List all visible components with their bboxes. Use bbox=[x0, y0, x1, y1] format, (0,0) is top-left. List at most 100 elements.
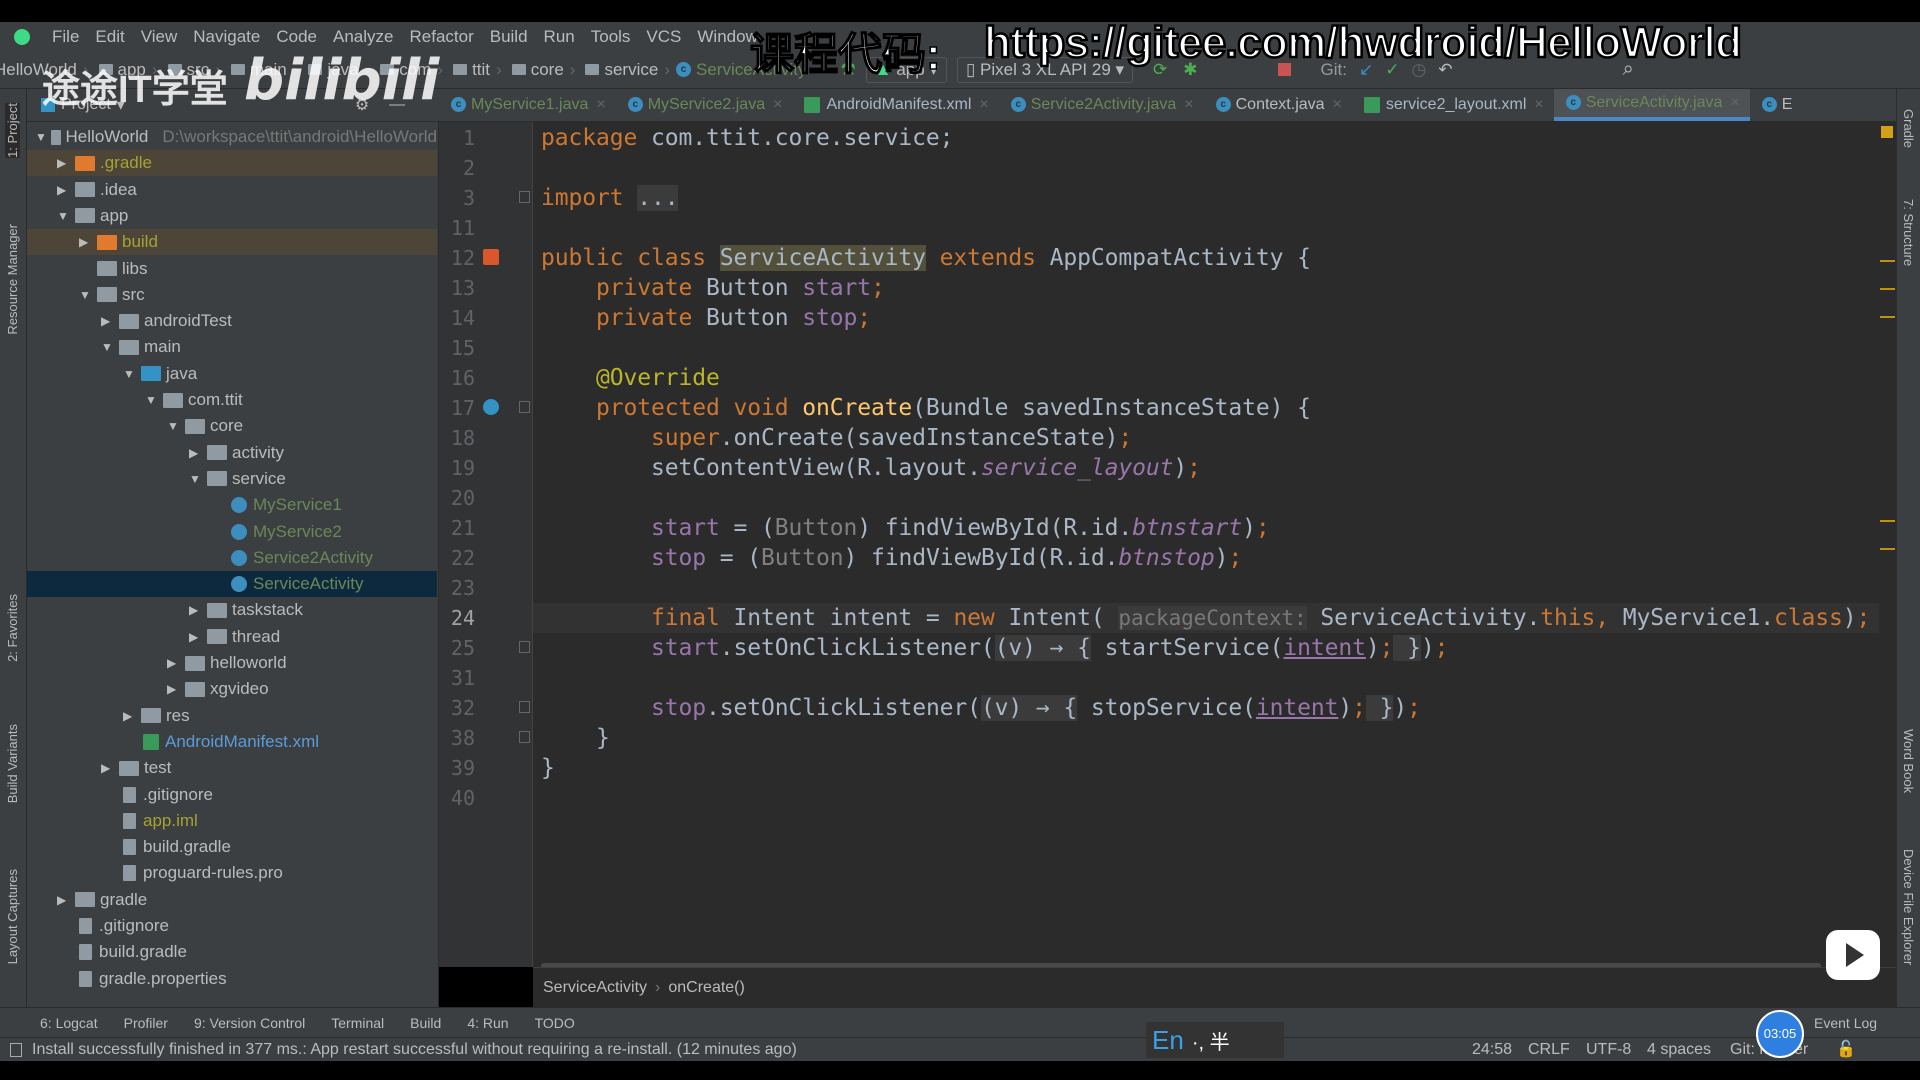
code-line[interactable]: stop.setOnClickListener((v) → { stopServ… bbox=[541, 693, 1421, 723]
tool-build-variants[interactable]: Build Variants bbox=[5, 724, 20, 803]
breadcrumb-item[interactable]: service › bbox=[581, 60, 676, 80]
tree-item[interactable]: ▼ app bbox=[27, 203, 437, 229]
menu-vcs[interactable]: VCS bbox=[646, 27, 681, 47]
menu-edit[interactable]: Edit bbox=[95, 27, 124, 47]
menu-analyze[interactable]: Analyze bbox=[333, 27, 393, 47]
tab-e[interactable]: cE bbox=[1750, 89, 1803, 121]
code-line[interactable]: final Intent intent = new Intent( packag… bbox=[541, 603, 1870, 633]
tree-item[interactable]: Service2Activity bbox=[27, 545, 437, 571]
chevron-right-icon[interactable]: ▶ bbox=[189, 603, 203, 617]
chevron-down-icon[interactable]: ▼ bbox=[145, 393, 159, 407]
tree-item[interactable]: ▶ test bbox=[27, 755, 437, 781]
code-line[interactable]: private Button stop; bbox=[541, 303, 871, 333]
breadcrumb-class[interactable]: ServiceActivity bbox=[543, 979, 647, 997]
tree-item[interactable]: ▼ HelloWorld D:\workspace\ttit\android\Hel… bbox=[27, 124, 437, 150]
tree-item[interactable]: ▼ service bbox=[27, 466, 437, 492]
tree-item[interactable]: ▼ main bbox=[27, 334, 437, 360]
code-line[interactable]: stop = (Button) findViewById(R.id.btnsto… bbox=[541, 543, 1242, 573]
tree-item[interactable]: ▼ java bbox=[27, 361, 437, 387]
tab-serviceactivity-java[interactable]: c ServiceActivity.java × bbox=[1553, 89, 1750, 121]
chevron-right-icon[interactable]: ▶ bbox=[189, 446, 203, 460]
tree-item[interactable]: ▶ gradle bbox=[27, 887, 437, 913]
menu-run[interactable]: Run bbox=[544, 27, 575, 47]
code-line[interactable]: start.setOnClickListener((v) → { startSe… bbox=[541, 633, 1448, 663]
code-line[interactable]: protected void onCreate(Bundle savedInst… bbox=[541, 393, 1311, 423]
tree-item[interactable]: ServiceActivity bbox=[27, 571, 437, 598]
tool-todo[interactable]: TODO bbox=[535, 1015, 575, 1031]
tree-item[interactable]: proguard-rules.pro bbox=[27, 860, 437, 886]
tree-item[interactable]: .gitignore bbox=[27, 913, 437, 939]
code-line[interactable]: start = (Button) findViewById(R.id.btnst… bbox=[541, 513, 1270, 543]
tool-favorites[interactable]: 2: Favorites bbox=[5, 594, 20, 662]
tree-item[interactable]: ▶ .gradle bbox=[27, 150, 437, 177]
code-line[interactable]: super.onCreate(savedInstanceState); bbox=[541, 423, 1132, 453]
fold-icon[interactable] bbox=[519, 191, 530, 203]
status-message[interactable]: Install successfully finished in 377 ms.… bbox=[32, 1041, 797, 1059]
chevron-right-icon[interactable]: ▶ bbox=[167, 656, 181, 670]
chevron-right-icon[interactable]: ▶ bbox=[167, 682, 181, 696]
chevron-right-icon[interactable]: ▶ bbox=[57, 156, 71, 170]
chevron-down-icon[interactable]: ▼ bbox=[123, 367, 137, 381]
chevron-right-icon[interactable]: ▶ bbox=[79, 235, 93, 249]
close-tab-icon[interactable]: × bbox=[1730, 94, 1739, 112]
tool-profiler[interactable]: Profiler bbox=[124, 1015, 168, 1031]
tab-context-java[interactable]: c Context.java × bbox=[1204, 89, 1352, 121]
tool-4-run[interactable]: 4: Run bbox=[467, 1015, 508, 1031]
line-separator[interactable]: CRLF bbox=[1528, 1038, 1570, 1062]
menu-navigate[interactable]: Navigate bbox=[193, 27, 260, 47]
tool-device-file-explorer[interactable]: Device File Explorer bbox=[1901, 849, 1916, 965]
chevron-right-icon[interactable]: ▶ bbox=[101, 314, 115, 328]
code-line[interactable]: private Button start; bbox=[541, 273, 885, 303]
tab-service2activity-java[interactable]: c Service2Activity.java × bbox=[999, 89, 1204, 121]
fold-icon[interactable] bbox=[519, 701, 530, 713]
tree-item[interactable]: gradle.properties bbox=[27, 966, 437, 992]
implements-layout-icon[interactable] bbox=[483, 249, 499, 265]
file-encoding[interactable]: UTF-8 bbox=[1586, 1038, 1631, 1062]
timer-bubble[interactable]: 03:05 bbox=[1756, 1010, 1804, 1058]
editor-vertical-scrollbar[interactable] bbox=[1879, 122, 1896, 967]
tree-item[interactable]: ▶ androidTest bbox=[27, 308, 437, 334]
fold-icon[interactable] bbox=[519, 731, 530, 743]
tool-6-logcat[interactable]: 6: Logcat bbox=[40, 1015, 98, 1031]
chevron-down-icon[interactable]: ▼ bbox=[57, 209, 71, 223]
code-line[interactable]: import ... bbox=[541, 183, 679, 213]
tree-item[interactable]: ▶ xgvideo bbox=[27, 676, 437, 702]
tree-item[interactable]: ▼ core bbox=[27, 413, 437, 439]
tab-service2-layout-xml[interactable]: service2_layout.xml × bbox=[1352, 89, 1554, 121]
close-tab-icon[interactable]: × bbox=[979, 96, 988, 114]
tree-item[interactable]: app.iml bbox=[27, 808, 437, 834]
tab-myservice1-java[interactable]: c MyService1.java × bbox=[439, 89, 616, 121]
tab-androidmanifest-xml[interactable]: AndroidManifest.xml × bbox=[792, 89, 998, 121]
override-method-icon[interactable] bbox=[483, 399, 499, 415]
tool-9-version-control[interactable]: 9: Version Control bbox=[194, 1015, 305, 1031]
menu-tools[interactable]: Tools bbox=[591, 27, 631, 47]
breadcrumb-item[interactable]: core › bbox=[508, 60, 582, 80]
status-toggle-icon[interactable] bbox=[10, 1042, 22, 1057]
close-tab-icon[interactable]: × bbox=[1184, 96, 1193, 114]
chevron-down-icon[interactable]: ▼ bbox=[167, 419, 181, 433]
code-line[interactable]: } bbox=[541, 723, 610, 753]
fold-icon[interactable] bbox=[519, 401, 530, 413]
tree-item[interactable]: build.gradle bbox=[27, 939, 437, 965]
tool-structure[interactable]: 7: Structure bbox=[1901, 199, 1916, 266]
chevron-down-icon[interactable]: ▼ bbox=[101, 340, 115, 354]
code-line[interactable]: package com.ttit.core.service; bbox=[541, 123, 954, 153]
close-tab-icon[interactable]: × bbox=[773, 96, 782, 114]
tool-resource-manager[interactable]: Resource Manager bbox=[5, 224, 20, 335]
tree-item[interactable]: ▼ com.ttit bbox=[27, 387, 437, 413]
code-line[interactable]: } bbox=[541, 753, 555, 783]
tree-item[interactable]: MyService2 bbox=[27, 519, 437, 545]
tool-event-log[interactable]: Event Log bbox=[1814, 1015, 1877, 1031]
code-line[interactable]: public class ServiceActivity extends App… bbox=[541, 243, 1311, 273]
tree-item[interactable]: build.gradle bbox=[27, 834, 437, 860]
menu-build[interactable]: Build bbox=[490, 27, 528, 47]
chevron-down-icon[interactable]: ▼ bbox=[189, 472, 203, 486]
tree-item[interactable]: .gitignore bbox=[27, 782, 437, 808]
caret-position[interactable]: 24:58 bbox=[1472, 1038, 1512, 1062]
menu-view[interactable]: View bbox=[141, 27, 178, 47]
tree-item[interactable]: ▶ res bbox=[27, 703, 437, 729]
tool-build[interactable]: Build bbox=[410, 1015, 441, 1031]
tree-item[interactable]: ▼ src bbox=[27, 282, 437, 308]
breadcrumb-method[interactable]: onCreate() bbox=[668, 979, 744, 997]
indent-setting[interactable]: 4 spaces bbox=[1647, 1038, 1711, 1062]
